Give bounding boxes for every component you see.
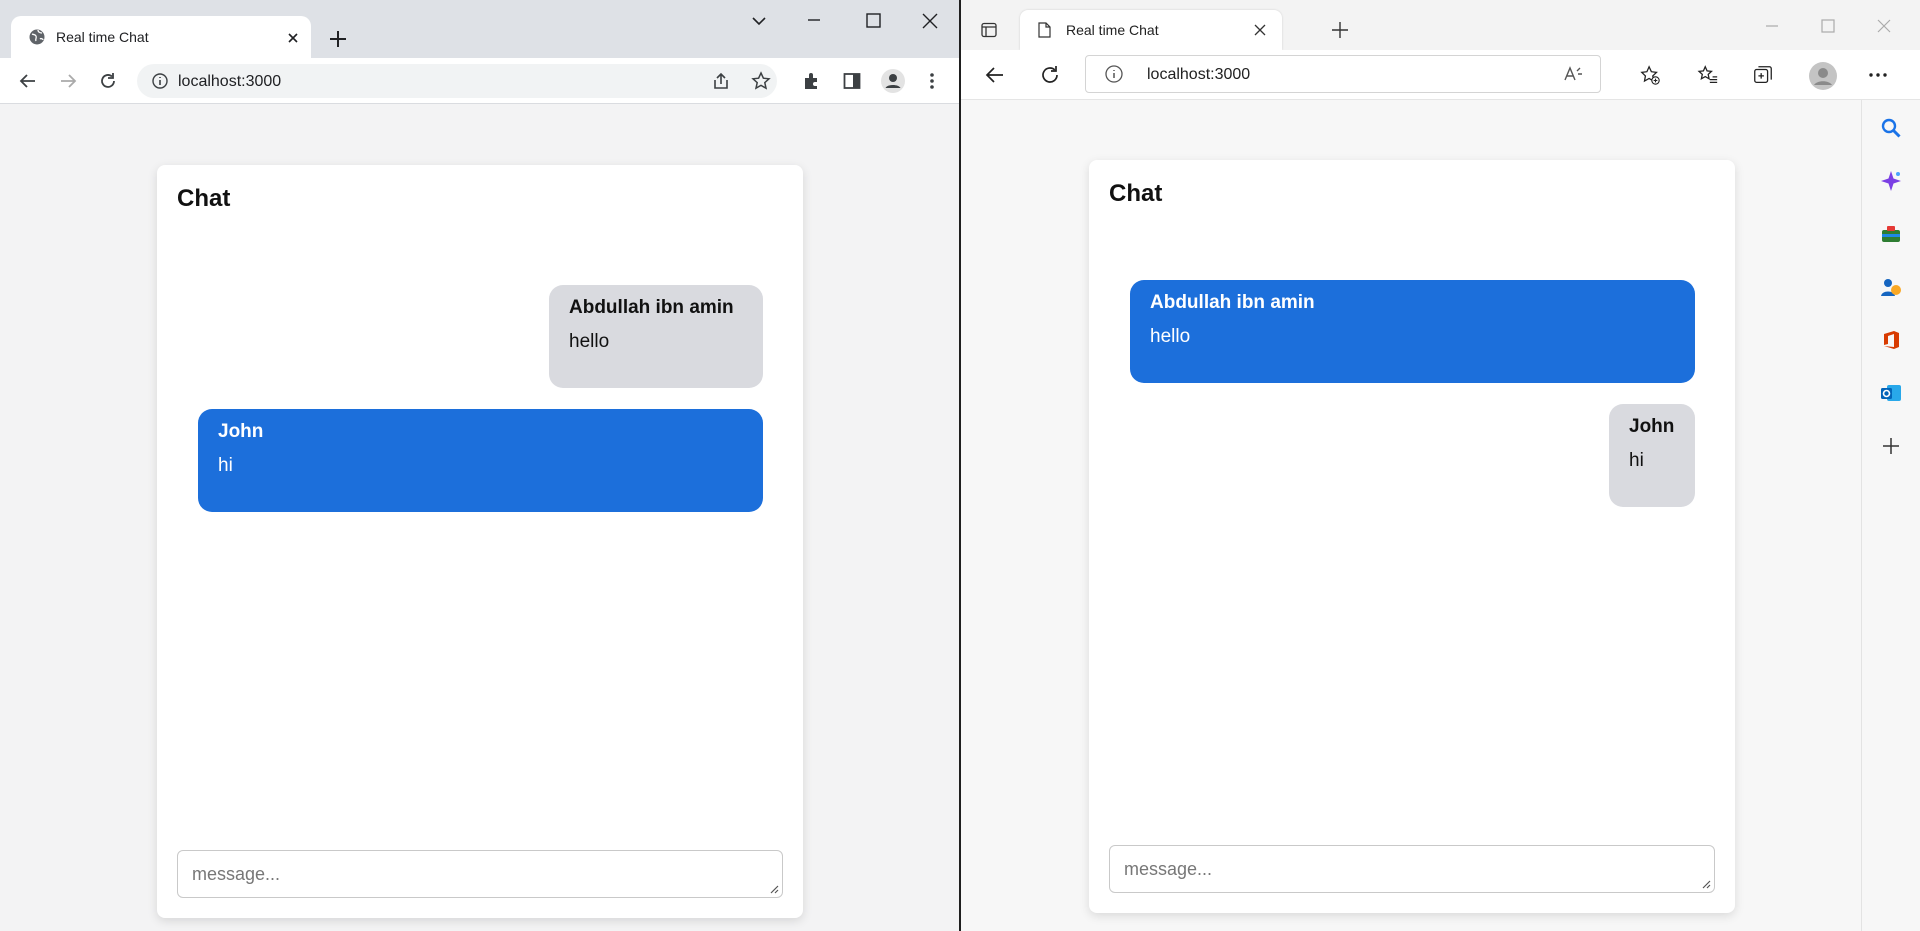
games-icon[interactable] [1880,276,1902,298]
message-placeholder: message... [192,864,281,884]
back-icon[interactable] [984,64,1006,86]
message-text: hello [1150,326,1191,347]
close-tab-icon[interactable] [1249,19,1271,41]
info-icon[interactable] [149,70,171,92]
bookmark-star-icon[interactable] [750,70,772,92]
message-text: hi [218,455,233,476]
chat-card: Chat Abdullah ibn amin hello John hi mes… [157,165,803,918]
office-icon[interactable] [1880,329,1902,351]
browser-toolbar: localhost:3000 [0,58,959,104]
extensions-icon[interactable] [801,70,823,92]
maximize-icon[interactable] [862,10,884,32]
edge-window: Real time Chat localhost:3000 Chat Abdul… [961,0,1920,931]
profile-avatar-icon[interactable] [1809,62,1837,90]
close-tab-icon[interactable] [284,29,302,47]
tab-title: Real time Chat [1066,22,1159,38]
menu-kebab-icon[interactable] [921,70,943,92]
message-bubble: John hi [198,409,763,512]
new-tab-icon[interactable] [325,26,351,52]
resize-grip-icon[interactable] [769,884,779,894]
message-author: Abdullah ibn amin [569,297,734,318]
tab-actions-icon[interactable] [978,19,1000,41]
url-text: localhost:3000 [178,73,282,90]
message-text: hello [569,331,610,352]
back-icon[interactable] [17,70,39,92]
add-favorite-icon[interactable] [1639,64,1661,86]
chrome-window: Real time Chat localhost:3000 Chat Abdul… [0,0,959,931]
search-icon[interactable] [1880,117,1902,139]
favorites-icon[interactable] [1697,64,1719,86]
address-bar[interactable]: localhost:3000 [137,64,777,98]
reload-icon[interactable] [1039,64,1061,86]
globe-icon [28,28,46,46]
share-icon[interactable] [710,70,732,92]
message-text: hi [1629,450,1644,471]
browser-toolbar: localhost:3000 [961,50,1920,100]
close-window-icon[interactable] [1873,15,1895,37]
url-text: localhost:3000 [1147,66,1251,83]
browser-tab[interactable]: Real time Chat [1020,10,1282,50]
settings-more-icon[interactable] [1867,64,1889,86]
chat-card: Chat Abdullah ibn amin hello John hi mes… [1089,160,1735,913]
minimize-icon[interactable] [803,10,825,32]
address-bar[interactable]: localhost:3000 [1085,55,1601,93]
read-aloud-icon[interactable] [1562,63,1584,85]
message-author: John [218,421,264,442]
forward-icon[interactable] [57,70,79,92]
tab-strip: Real time Chat [0,0,959,58]
tab-search-icon[interactable] [748,10,770,32]
maximize-icon[interactable] [1817,15,1839,37]
profile-avatar-icon[interactable] [881,69,905,93]
copilot-sparkle-icon[interactable] [1880,170,1902,192]
message-bubble: Abdullah ibn amin hello [549,285,763,388]
tab-title: Real time Chat [56,29,149,45]
message-input[interactable]: message... [1109,845,1715,893]
message-author: John [1629,416,1675,437]
add-sidebar-app-icon[interactable] [1880,435,1902,457]
chat-title: Chat [1109,180,1163,207]
tools-icon[interactable] [1880,223,1902,245]
minimize-icon[interactable] [1761,15,1783,37]
edge-sidebar [1861,100,1920,931]
page-icon [1033,19,1055,41]
collections-icon[interactable] [1752,64,1774,86]
side-panel-icon[interactable] [841,70,863,92]
message-author: Abdullah ibn amin [1150,292,1315,313]
tab-strip: Real time Chat [961,0,1920,50]
chat-title: Chat [177,185,231,212]
info-icon[interactable] [1103,63,1125,85]
message-bubble: John hi [1609,404,1695,507]
message-input[interactable]: message... [177,850,783,898]
new-tab-icon[interactable] [1329,19,1351,41]
close-window-icon[interactable] [919,10,941,32]
message-placeholder: message... [1124,859,1213,879]
reload-icon[interactable] [97,70,119,92]
message-bubble: Abdullah ibn amin hello [1130,280,1695,383]
resize-grip-icon[interactable] [1701,879,1711,889]
outlook-icon[interactable] [1880,382,1902,404]
browser-tab[interactable]: Real time Chat [11,16,311,58]
